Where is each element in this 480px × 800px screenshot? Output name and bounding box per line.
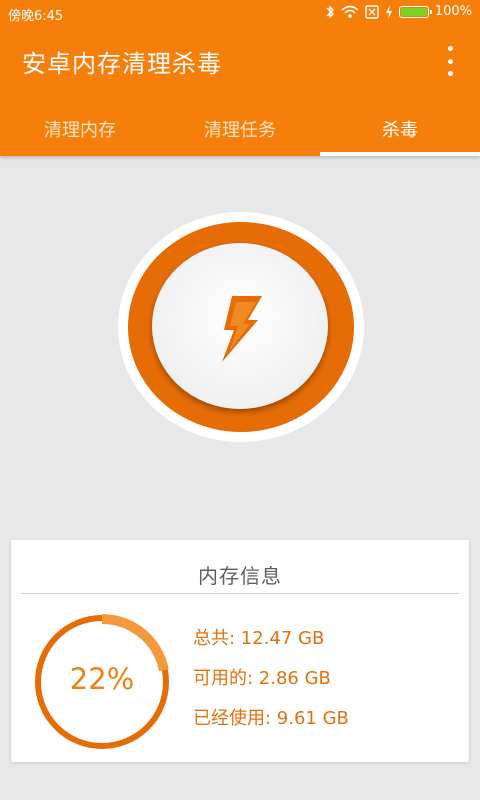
memory-available: 可用的: 2.86 GB (193, 668, 331, 689)
lightning-bolt-icon (222, 296, 262, 362)
status-icons: 100% (325, 4, 472, 19)
memory-total: 总共: 12.47 GB (193, 628, 325, 649)
charging-icon (385, 4, 392, 19)
memory-stats: 总共: 12.47 GB 可用的: 2.86 GB 已经使用: 9.61 GB (193, 624, 349, 744)
sim-icon (365, 4, 379, 19)
status-time: 傍晚6:45 (8, 9, 64, 24)
memory-info-card: 内存信息 22% 总共: 12.47 GB 可用的: 2.86 GB 已经使用:… (11, 540, 469, 762)
memory-usage-gauge: 22% (31, 612, 173, 752)
card-title: 内存信息 (198, 564, 282, 588)
usage-percent: 22% (69, 662, 135, 696)
app-bar: 安卓内存清理杀毒 (0, 26, 480, 98)
more-vert-icon[interactable] (438, 46, 462, 76)
bluetooth-icon (326, 4, 334, 19)
battery-percent: 100% (434, 4, 472, 19)
tab-bar: 清理内存 清理任务 杀毒 (0, 98, 480, 156)
status-bar: 傍晚6:45 100% (0, 0, 480, 26)
divider (21, 593, 459, 594)
tab-clean-memory[interactable]: 清理内存 (0, 98, 160, 156)
app-title: 安卓内存清理杀毒 (22, 50, 222, 78)
memory-used: 已经使用: 9.61 GB (193, 708, 349, 729)
tab-antivirus[interactable]: 杀毒 (320, 98, 480, 156)
tab-clean-tasks[interactable]: 清理任务 (160, 98, 320, 156)
wifi-icon (341, 5, 359, 18)
battery-icon (398, 5, 432, 18)
